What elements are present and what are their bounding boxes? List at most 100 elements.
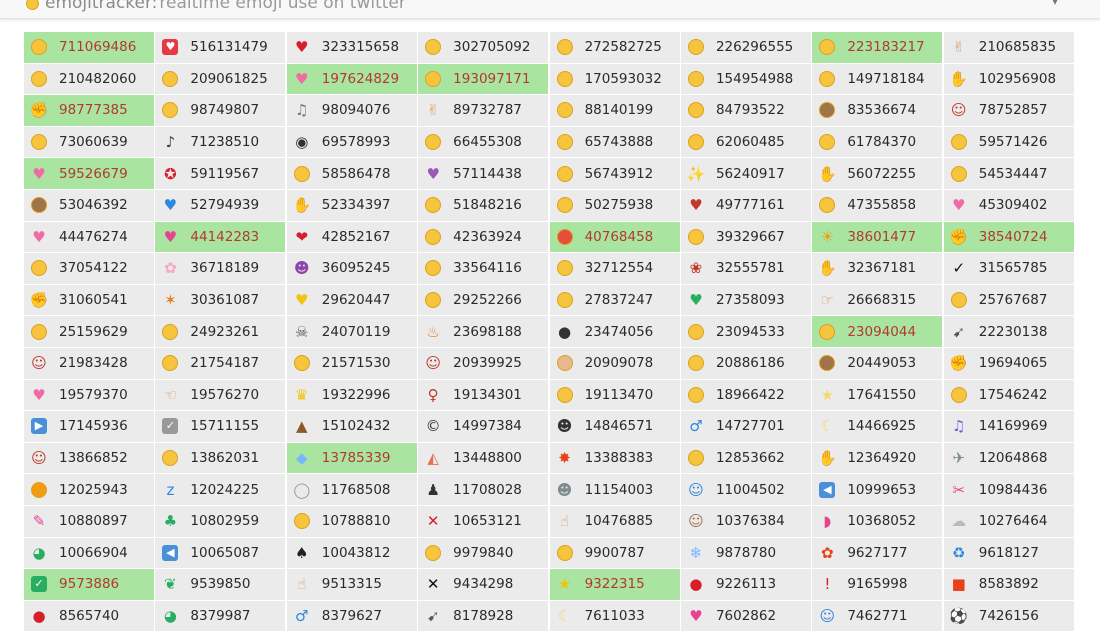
emoji-cell[interactable]: ✨ 56240917 [680, 158, 811, 189]
emoji-cell[interactable]: 37054122 [24, 253, 154, 284]
emoji-cell[interactable]: ✿ 9627177 [812, 537, 943, 569]
emoji-cell[interactable]: 25159629 [24, 316, 154, 347]
emoji-cell[interactable]: 98749807 [155, 95, 286, 126]
emoji-cell[interactable]: 18966422 [680, 379, 811, 411]
emoji-cell[interactable]: 10788810 [286, 505, 417, 537]
emoji-cell[interactable]: 39329667 [680, 221, 811, 253]
emoji-cell[interactable]: 40768458 [549, 221, 680, 253]
emoji-cell[interactable]: ◉ 69578993 [286, 126, 417, 158]
emoji-cell[interactable]: ☺ 78752857 [943, 95, 1074, 126]
emoji-cell[interactable]: ✪ 59119567 [155, 158, 286, 189]
emoji-cell[interactable]: 53046392 [24, 189, 154, 221]
emoji-cell[interactable]: 56743912 [549, 158, 680, 189]
emoji-cell[interactable]: 73060639 [24, 126, 154, 158]
emoji-cell[interactable]: ♫ 14169969 [943, 411, 1074, 442]
emoji-cell[interactable]: 21571530 [286, 347, 417, 379]
emoji-cell[interactable]: ☾ 7611033 [549, 600, 680, 631]
emoji-cell[interactable]: ♥ 45309402 [943, 189, 1074, 221]
emoji-cell[interactable]: ☁ 10276464 [943, 505, 1074, 537]
emoji-cell[interactable]: ✕ 10653121 [418, 505, 549, 537]
emoji-cell[interactable]: ✊ 38540724 [943, 221, 1074, 253]
emoji-cell[interactable]: 302705092 [418, 32, 549, 63]
emoji-cell[interactable]: ✈ 12064868 [943, 442, 1074, 474]
emoji-cell[interactable]: 50275938 [549, 189, 680, 221]
emoji-cell[interactable]: ♥ 44476274 [24, 221, 154, 253]
emoji-cell[interactable]: ☺ 13866852 [24, 442, 154, 474]
emoji-cell[interactable]: 66455308 [418, 126, 549, 158]
emoji-cell[interactable]: 9900787 [549, 537, 680, 569]
emoji-cell[interactable]: ♂ 14727701 [680, 411, 811, 442]
emoji-cell[interactable]: ❤ 42852167 [286, 221, 417, 253]
emoji-cell[interactable]: 226296555 [680, 32, 811, 63]
emoji-cell[interactable]: ✓ 9573886 [24, 569, 154, 600]
emoji-cell[interactable]: ● 23474056 [549, 316, 680, 347]
emoji-cell[interactable]: ✕ 9434298 [418, 569, 549, 600]
emoji-cell[interactable]: ♥ 57114438 [418, 158, 549, 189]
emoji-cell[interactable]: ♥ 52794939 [155, 189, 286, 221]
emoji-cell[interactable]: ✋ 56072255 [812, 158, 943, 189]
emoji-cell[interactable]: ♥ 197624829 [286, 63, 417, 95]
emoji-cell[interactable]: ☻ 36095245 [286, 253, 417, 284]
menu-chevron-down-icon[interactable]: ▾ [1052, 0, 1058, 8]
emoji-cell[interactable]: ☾ 14466925 [812, 411, 943, 442]
emoji-cell[interactable]: ◯ 11768508 [286, 474, 417, 505]
emoji-cell[interactable]: ● 8565740 [24, 600, 154, 631]
emoji-cell[interactable]: ⚽ 7426156 [943, 600, 1074, 631]
emoji-cell[interactable]: 27837247 [549, 284, 680, 316]
emoji-cell[interactable]: 13862031 [155, 442, 286, 474]
emoji-cell[interactable]: ▶ 17145936 [24, 411, 154, 442]
emoji-cell[interactable]: ! 9165998 [812, 569, 943, 600]
emoji-cell[interactable]: ✎ 10880897 [24, 505, 154, 537]
emoji-cell[interactable]: ✓ 31565785 [943, 253, 1074, 284]
emoji-cell[interactable]: ■ 8583892 [943, 569, 1074, 600]
emoji-cell[interactable]: ➹ 22230138 [943, 316, 1074, 347]
emoji-cell[interactable]: ✊ 31060541 [24, 284, 154, 316]
emoji-cell[interactable]: 9979840 [418, 537, 549, 569]
emoji-cell[interactable]: ✋ 52334397 [286, 189, 417, 221]
emoji-cell[interactable]: 23094533 [680, 316, 811, 347]
emoji-cell[interactable]: ◗ 10368052 [812, 505, 943, 537]
emoji-cell[interactable]: 58586478 [286, 158, 417, 189]
emoji-cell[interactable]: ♨ 23698188 [418, 316, 549, 347]
emoji-cell[interactable]: 42363924 [418, 221, 549, 253]
emoji-cell[interactable]: 25767687 [943, 284, 1074, 316]
emoji-cell[interactable]: 65743888 [549, 126, 680, 158]
emoji-cell[interactable]: 54534447 [943, 158, 1074, 189]
emoji-cell[interactable]: ♥ 19579370 [24, 379, 154, 411]
emoji-cell[interactable]: 711069486 [24, 32, 154, 63]
emoji-cell[interactable]: ♫ 98094076 [286, 95, 417, 126]
emoji-cell[interactable]: ♥ 516131479 [155, 32, 286, 63]
emoji-cell[interactable]: ◀ 10999653 [812, 474, 943, 505]
emoji-cell[interactable]: ✿ 36718189 [155, 253, 286, 284]
emoji-cell[interactable]: ♥ 49777161 [680, 189, 811, 221]
emoji-cell[interactable]: 47355858 [812, 189, 943, 221]
emoji-cell[interactable]: 170593032 [549, 63, 680, 95]
emoji-cell[interactable]: 21754187 [155, 347, 286, 379]
emoji-cell[interactable]: ✌ 89732787 [418, 95, 549, 126]
emoji-cell[interactable]: 20909078 [549, 347, 680, 379]
emoji-cell[interactable]: ✋ 12364920 [812, 442, 943, 474]
emoji-cell[interactable]: ♀ 19134301 [418, 379, 549, 411]
brand-name[interactable]: emojitracker: [45, 0, 157, 13]
emoji-cell[interactable]: 23094044 [812, 316, 943, 347]
emoji-cell[interactable]: ❀ 32555781 [680, 253, 811, 284]
emoji-cell[interactable]: 62060485 [680, 126, 811, 158]
emoji-cell[interactable]: ♥ 29620447 [286, 284, 417, 316]
emoji-cell[interactable]: ✋ 32367181 [812, 253, 943, 284]
emoji-cell[interactable]: ♻ 9618127 [943, 537, 1074, 569]
emoji-cell[interactable]: ✂ 10984436 [943, 474, 1074, 505]
emoji-cell[interactable]: ✊ 19694065 [943, 347, 1074, 379]
emoji-cell[interactable]: ☻ 11154003 [549, 474, 680, 505]
emoji-cell[interactable]: ♣ 10802959 [155, 505, 286, 537]
emoji-cell[interactable]: 209061825 [155, 63, 286, 95]
emoji-cell[interactable]: 149718184 [812, 63, 943, 95]
emoji-cell[interactable]: ❦ 9539850 [155, 569, 286, 600]
emoji-cell[interactable]: ☺ 21983428 [24, 347, 154, 379]
emoji-cell[interactable]: 83536674 [812, 95, 943, 126]
emoji-cell[interactable]: ♥ 323315658 [286, 32, 417, 63]
emoji-cell[interactable]: ♛ 19322996 [286, 379, 417, 411]
emoji-cell[interactable]: ♥ 59526679 [24, 158, 154, 189]
emoji-cell[interactable]: ◕ 8379987 [155, 600, 286, 631]
emoji-cell[interactable]: ♂ 8379627 [286, 600, 417, 631]
emoji-cell[interactable]: ❄ 9878780 [680, 537, 811, 569]
